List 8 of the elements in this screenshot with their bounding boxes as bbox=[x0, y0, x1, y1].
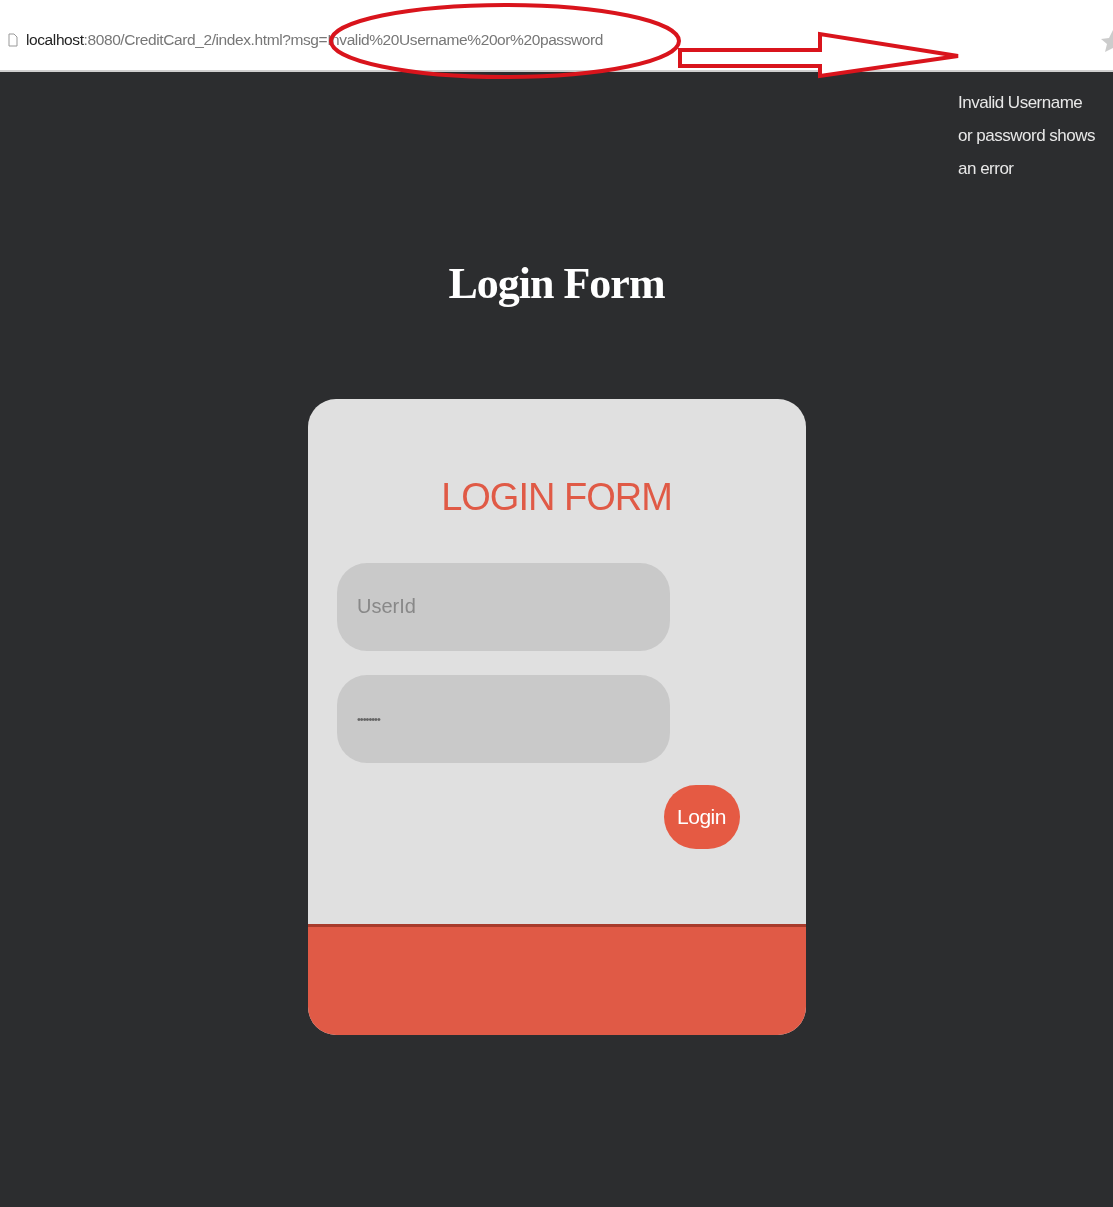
page-icon bbox=[8, 33, 18, 47]
login-heading: LOGIN FORM bbox=[441, 476, 672, 519]
userid-field[interactable]: UserId bbox=[337, 562, 670, 651]
star-icon[interactable] bbox=[1101, 28, 1113, 52]
password-field[interactable]: •••••••• bbox=[337, 674, 670, 763]
annotation-text: Invalid Username or password shows an error bbox=[958, 92, 1096, 180]
page-title: Login Form bbox=[448, 258, 665, 310]
login-button[interactable]: Login bbox=[663, 784, 740, 849]
